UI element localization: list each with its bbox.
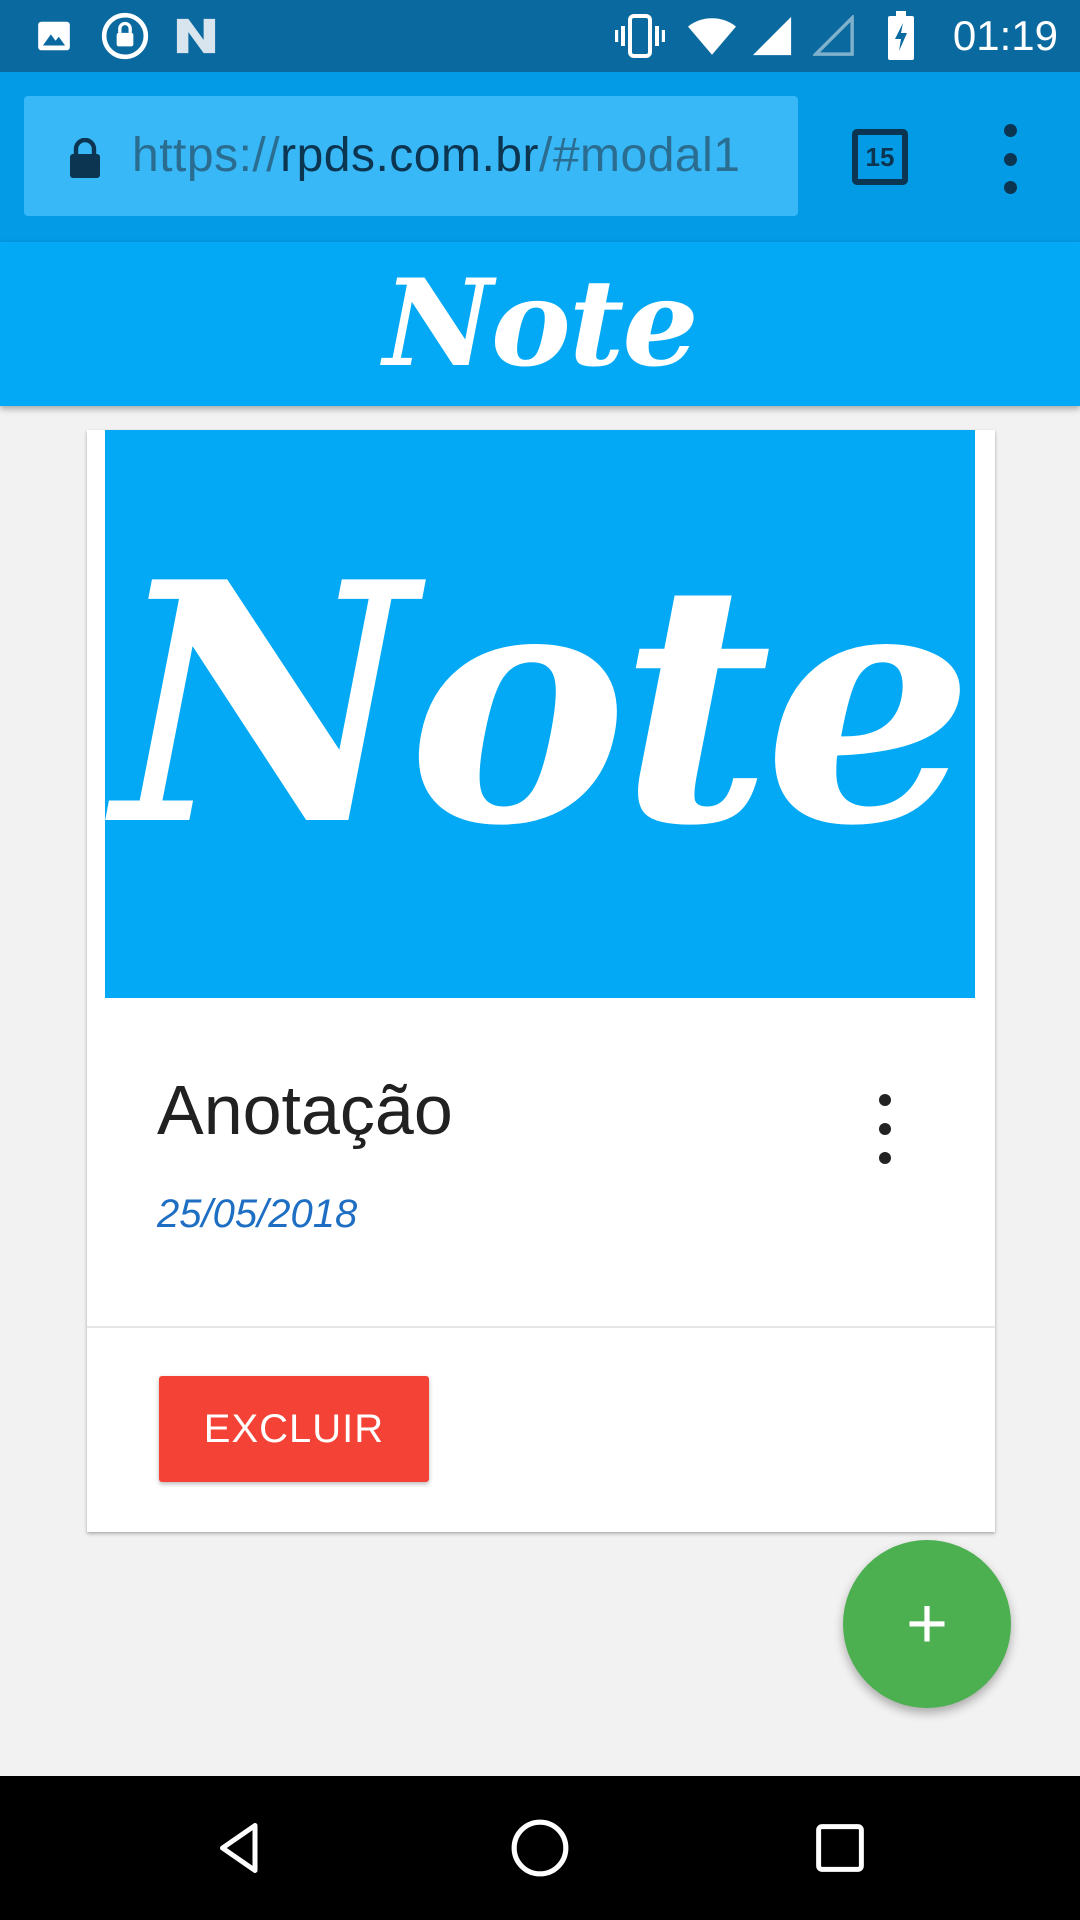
delete-button[interactable]: EXCLUIR	[159, 1376, 429, 1482]
signal-icon	[750, 0, 794, 72]
lock-rotation-icon	[98, 0, 152, 72]
back-icon[interactable]	[180, 1776, 300, 1920]
add-note-button[interactable]: +	[843, 1540, 1011, 1708]
battery-charging-icon	[886, 0, 916, 72]
card-title: Anotação	[157, 1071, 453, 1149]
navigation-bar	[0, 1776, 1080, 1920]
n-icon	[172, 0, 220, 72]
image-icon	[34, 0, 74, 72]
note-card: Note Anotação 25/05/2018 EXCLUIR	[87, 430, 995, 1532]
url-host: rpds.com.br	[280, 129, 539, 182]
card-more-icon[interactable]	[870, 1094, 900, 1164]
browser-toolbar: https://rpds.com.br/#modal1 15	[0, 72, 1080, 242]
url-text: https://rpds.com.br/#modal1	[132, 96, 740, 216]
lock-icon	[68, 137, 102, 182]
status-time: 01:19	[952, 12, 1058, 59]
card-image-logo: Note	[113, 510, 974, 898]
card-divider	[87, 1326, 995, 1328]
vibrate-icon	[612, 0, 668, 72]
recents-icon[interactable]	[780, 1776, 900, 1920]
home-icon[interactable]	[480, 1776, 600, 1920]
app-logo[interactable]: Note	[383, 264, 699, 384]
card-image: Note	[105, 430, 975, 998]
app-header: Note	[0, 242, 1080, 406]
browser-menu-icon[interactable]	[990, 124, 1030, 194]
url-scheme: https://	[132, 129, 281, 182]
tab-switcher-button[interactable]: 15	[852, 129, 908, 185]
url-fragment: /#modal1	[538, 129, 741, 182]
card-date: 25/05/2018	[157, 1192, 358, 1236]
wifi-icon	[686, 0, 738, 72]
status-bar: 01:19	[0, 0, 1080, 72]
url-field[interactable]: https://rpds.com.br/#modal1	[24, 96, 798, 216]
signal-empty-icon	[812, 0, 856, 72]
